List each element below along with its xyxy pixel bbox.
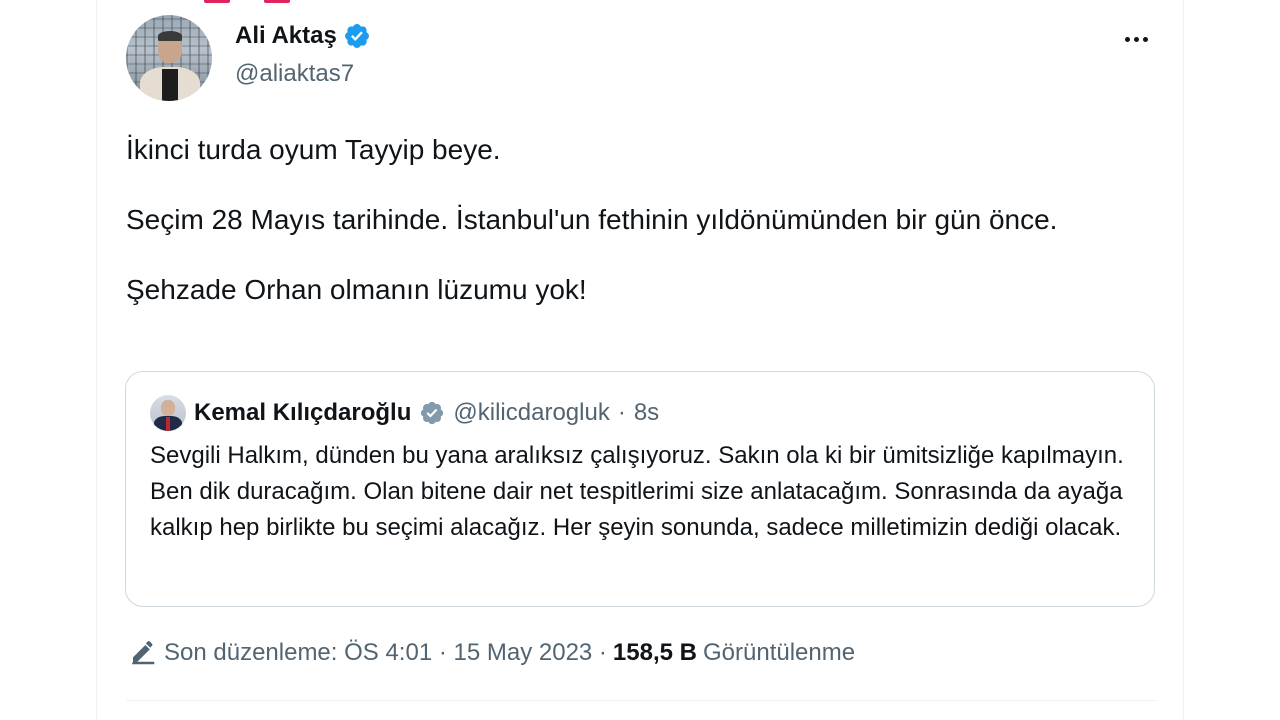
remnant-flag-icon — [264, 0, 290, 3]
verified-badge-icon — [344, 24, 369, 48]
quoted-separator: · — [617, 399, 626, 426]
quoted-timestamp: 8s — [633, 399, 660, 426]
quoted-tweet-card[interactable]: Kemal Kılıçdaroğlu @kilicdarogluk · 8s S… — [125, 371, 1155, 607]
author-handle[interactable]: @aliaktas7 — [235, 60, 354, 88]
tweet-paragraph: Seçim 28 Mayıs tarihinde. İstanbul'un fe… — [126, 204, 1058, 235]
quoted-author-avatar — [150, 395, 186, 431]
author-avatar[interactable] — [126, 15, 212, 101]
avatar-tie — [166, 417, 170, 431]
views-label: Görüntülenme — [702, 639, 856, 666]
quoted-author-name: Kemal Kılıçdaroğlu — [194, 399, 412, 426]
quoted-tweet-header: Kemal Kılıçdaroğlu @kilicdarogluk · 8s — [150, 395, 659, 431]
more-options-button[interactable] — [1118, 24, 1154, 54]
tweet-paragraph: Şehzade Orhan olmanın lüzumu yok! — [126, 274, 587, 305]
remnant-flag-icon — [204, 0, 230, 3]
avatar-hair — [158, 31, 182, 41]
tweet-body: İkinci turda oyum Tayyip beye. Seçim 28 … — [126, 132, 1136, 342]
avatar-shirt — [162, 69, 178, 101]
tweet-paragraph: İkinci turda oyum Tayyip beye. — [126, 134, 501, 165]
views-count: 158,5 B — [612, 639, 697, 666]
pencil-edit-icon — [131, 641, 155, 665]
more-dots-icon — [1124, 36, 1130, 42]
author-name-row[interactable]: Ali Aktaş — [235, 22, 371, 50]
quoted-author-handle: @kilicdarogluk — [453, 399, 610, 426]
quoted-tweet-text: Sevgili Halkım, dünden bu yana aralıksız… — [150, 442, 1124, 541]
timeline-column — [96, 0, 1184, 720]
tweet-meta-row: Son düzenleme: ÖS 4:01 · 15 May 2023 · 1… — [128, 638, 855, 668]
author-display-name[interactable]: Ali Aktaş — [235, 22, 337, 50]
tweet-page: Ali Aktaş @aliaktas7 İkinci turda oyum T… — [0, 0, 1280, 720]
more-dots-icon — [1142, 36, 1148, 42]
avatar-face — [161, 400, 175, 416]
more-dots-icon — [1133, 36, 1139, 42]
divider — [126, 700, 1156, 701]
verified-gray-badge-icon — [421, 401, 444, 425]
previous-content-remnant — [180, 0, 290, 4]
edited-timestamp[interactable]: Son düzenleme: ÖS 4:01 · 15 May 2023 · — [164, 639, 607, 667]
